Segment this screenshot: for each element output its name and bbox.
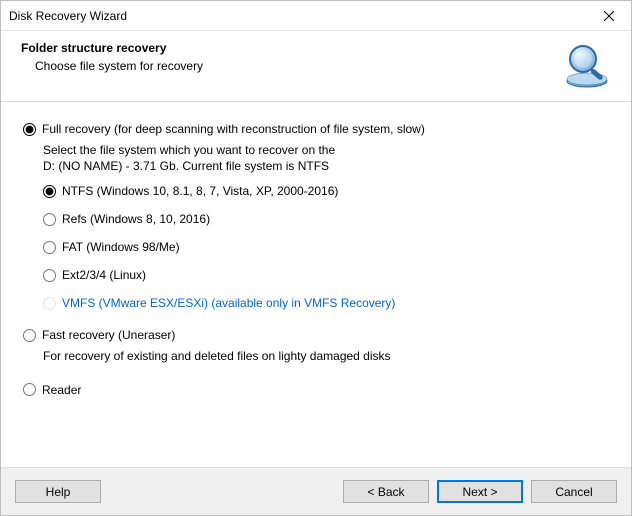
filesystem-list: NTFS (Windows 10, 8.1, 8, 7, Vista, XP, … bbox=[43, 184, 609, 310]
fs-ext-radio[interactable]: Ext2/3/4 (Linux) bbox=[43, 268, 609, 282]
window-title: Disk Recovery Wizard bbox=[9, 9, 127, 23]
mode-full-label: Full recovery (for deep scanning with re… bbox=[42, 122, 425, 136]
fs-fat-input[interactable] bbox=[43, 241, 56, 254]
wizard-footer: Help < Back Next > Cancel bbox=[1, 467, 631, 515]
fs-fat-label: FAT (Windows 98/Me) bbox=[62, 240, 180, 254]
fs-refs-input[interactable] bbox=[43, 213, 56, 226]
fs-vmfs-label: VMFS (VMware ESX/ESXi) (available only i… bbox=[62, 296, 395, 310]
fs-ntfs-label: NTFS (Windows 10, 8.1, 8, 7, Vista, XP, … bbox=[62, 184, 338, 198]
header-subheading: Choose file system for recovery bbox=[35, 59, 203, 73]
mode-fast-label: Fast recovery (Uneraser) bbox=[42, 328, 175, 342]
fs-refs-label: Refs (Windows 8, 10, 2016) bbox=[62, 212, 210, 226]
fs-ntfs-input[interactable] bbox=[43, 185, 56, 198]
fs-fat-radio[interactable]: FAT (Windows 98/Me) bbox=[43, 240, 609, 254]
close-icon bbox=[604, 11, 614, 21]
mode-full-group: Full recovery (for deep scanning with re… bbox=[23, 122, 609, 310]
mode-fast-desc: For recovery of existing and deleted fil… bbox=[43, 348, 609, 364]
header-text: Folder structure recovery Choose file sy… bbox=[21, 41, 203, 73]
back-button[interactable]: < Back bbox=[343, 480, 429, 503]
mode-full-desc: Select the file system which you want to… bbox=[43, 142, 609, 174]
mode-fast-input[interactable] bbox=[23, 329, 36, 342]
fs-ext-label: Ext2/3/4 (Linux) bbox=[62, 268, 146, 282]
help-button[interactable]: Help bbox=[15, 480, 101, 503]
magnifier-disk-icon bbox=[563, 41, 611, 89]
fs-vmfs-radio: VMFS (VMware ESX/ESXi) (available only i… bbox=[43, 296, 609, 310]
wizard-window: Disk Recovery Wizard Folder structure re… bbox=[0, 0, 632, 516]
wizard-header: Folder structure recovery Choose file sy… bbox=[1, 31, 631, 102]
mode-reader-input[interactable] bbox=[23, 383, 36, 396]
next-button[interactable]: Next > bbox=[437, 480, 523, 503]
mode-reader-group: Reader bbox=[23, 383, 609, 397]
titlebar: Disk Recovery Wizard bbox=[1, 1, 631, 31]
mode-full-input[interactable] bbox=[23, 123, 36, 136]
wizard-content: Full recovery (for deep scanning with re… bbox=[1, 102, 631, 467]
mode-fast-radio[interactable]: Fast recovery (Uneraser) bbox=[23, 328, 609, 342]
mode-full-desc-line1: Select the file system which you want to… bbox=[43, 142, 609, 158]
fs-ext-input[interactable] bbox=[43, 269, 56, 282]
header-heading: Folder structure recovery bbox=[21, 41, 203, 55]
mode-full-desc-line2: D: (NO NAME) - 3.71 Gb. Current file sys… bbox=[43, 158, 609, 174]
mode-reader-label: Reader bbox=[42, 383, 81, 397]
mode-full-radio[interactable]: Full recovery (for deep scanning with re… bbox=[23, 122, 609, 136]
close-button[interactable] bbox=[586, 1, 631, 31]
mode-fast-group: Fast recovery (Uneraser) For recovery of… bbox=[23, 328, 609, 364]
mode-reader-radio[interactable]: Reader bbox=[23, 383, 609, 397]
cancel-button[interactable]: Cancel bbox=[531, 480, 617, 503]
fs-refs-radio[interactable]: Refs (Windows 8, 10, 2016) bbox=[43, 212, 609, 226]
fs-ntfs-radio[interactable]: NTFS (Windows 10, 8.1, 8, 7, Vista, XP, … bbox=[43, 184, 609, 198]
fs-vmfs-input bbox=[43, 297, 56, 310]
